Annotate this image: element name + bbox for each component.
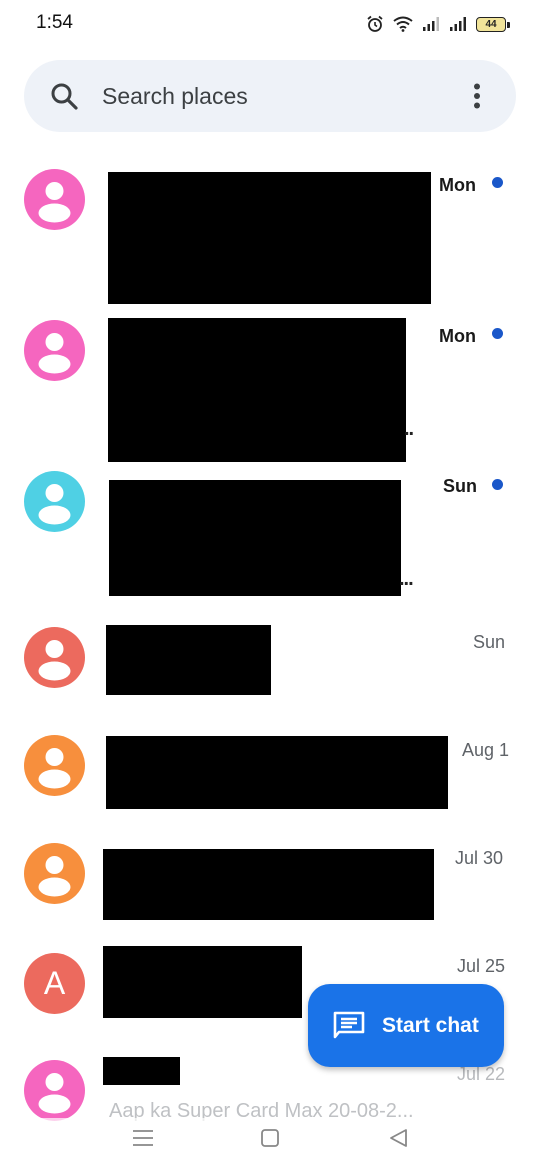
redacted-content <box>103 1057 180 1085</box>
more-options-icon[interactable] <box>466 83 488 109</box>
cell-signal-icon-2 <box>450 17 466 31</box>
home-nav-icon[interactable] <box>257 1126 283 1150</box>
conversation-row[interactable]: Aug 1 <box>0 720 540 830</box>
redacted-content <box>103 946 302 1018</box>
conversation-date: Sun <box>473 632 506 652</box>
redacted-content <box>108 172 431 304</box>
conversation-row[interactable]: ... Sun <box>0 460 540 610</box>
conversation-date: Jul 22 <box>457 1064 506 1084</box>
conversation-date: Mon <box>439 175 476 195</box>
conversation-row[interactable]: Sun <box>0 610 540 720</box>
conversation-row[interactable]: .. Mon <box>0 310 540 462</box>
start-chat-label: Start chat <box>382 1014 479 1037</box>
contact-avatar-icon <box>24 320 85 381</box>
alarm-icon <box>367 15 383 32</box>
conversation-row[interactable]: Jul 30 <box>0 830 540 940</box>
redacted-content <box>106 625 271 695</box>
search-icon[interactable] <box>50 82 78 110</box>
unread-indicator <box>492 479 503 490</box>
contact-avatar-icon <box>24 843 85 904</box>
search-bar[interactable]: Search places <box>24 60 516 132</box>
avatar-letter: A <box>43 965 66 1001</box>
contact-avatar: A <box>24 953 85 1014</box>
chat-icon <box>333 1011 365 1039</box>
contact-avatar-icon <box>24 627 85 688</box>
search-input[interactable]: Search places <box>102 83 248 110</box>
truncation-ellipsis: .. <box>404 418 414 440</box>
redacted-content <box>106 736 448 809</box>
start-chat-button[interactable]: Start chat <box>308 984 504 1067</box>
conversation-date: Sun <box>443 476 477 496</box>
redacted-content <box>103 849 434 920</box>
conversation-date: Aug 1 <box>462 740 510 760</box>
contact-avatar-icon <box>24 471 85 532</box>
battery-icon: 44 <box>476 16 510 32</box>
status-icons: 44 <box>366 12 510 36</box>
wifi-icon <box>393 16 413 32</box>
status-bar: 1:54 44 <box>0 0 540 48</box>
redacted-content <box>109 480 401 596</box>
cell-signal-icon <box>423 17 439 31</box>
contact-avatar-icon <box>24 169 85 230</box>
system-nav-bar <box>0 1118 540 1170</box>
status-time: 1:54 <box>36 12 73 33</box>
contact-avatar-icon <box>24 735 85 796</box>
contact-avatar-icon <box>24 1060 85 1121</box>
conversation-date: Jul 25 <box>457 956 506 976</box>
conversation-date: Mon <box>439 326 476 346</box>
redacted-content <box>108 318 406 462</box>
back-nav-icon[interactable] <box>386 1126 412 1150</box>
conversation-row[interactable]: Mon <box>0 160 540 310</box>
conversation-date: Jul 30 <box>455 848 504 868</box>
unread-indicator <box>492 328 503 339</box>
menu-nav-icon[interactable] <box>130 1126 156 1150</box>
unread-indicator <box>492 177 503 188</box>
truncation-ellipsis: ... <box>399 568 414 590</box>
